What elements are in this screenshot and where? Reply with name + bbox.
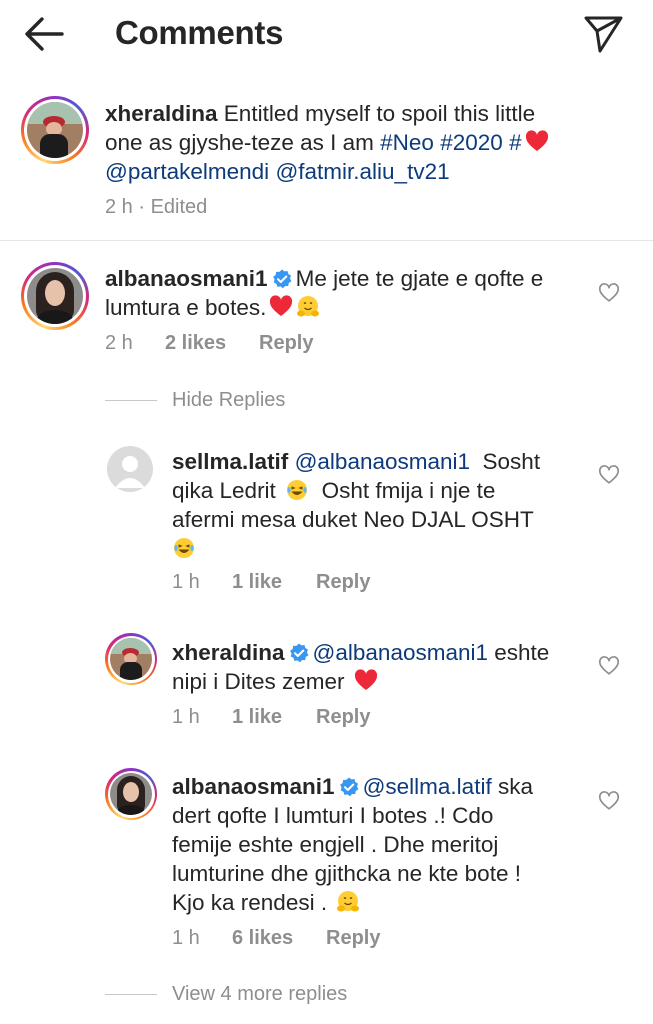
mention-link[interactable]: @fatmir.aliu_tv21 xyxy=(275,159,449,184)
reply-username[interactable]: xheraldina xyxy=(172,640,285,665)
hugging-face-emoji-icon xyxy=(337,891,360,912)
likes-count[interactable]: 6 likes xyxy=(232,927,293,950)
avatar xyxy=(110,638,152,680)
like-heart-icon[interactable] xyxy=(598,655,620,677)
hashtag-link[interactable]: #2020 xyxy=(440,130,503,155)
reply-avatar[interactable] xyxy=(105,768,157,820)
reply-button[interactable]: Reply xyxy=(316,706,370,729)
caption-username[interactable]: xheraldina xyxy=(105,101,218,126)
edited-label: Edited xyxy=(150,196,208,218)
mention-link[interactable]: @albanaosmani1 xyxy=(295,449,470,474)
caption-time: 2 h xyxy=(105,196,133,218)
comment-time: 2 h xyxy=(105,332,133,354)
caption-text: xheraldina Entitled myself to spoil this… xyxy=(105,99,635,186)
reply-text: sellma.latif @albanaosmani1 Sosht qika L… xyxy=(172,447,582,563)
reply-avatar[interactable] xyxy=(105,633,157,685)
mention-link[interactable]: @partakelmendi xyxy=(105,159,269,184)
laughing-face-emoji-icon xyxy=(287,480,308,500)
reply-avatar[interactable] xyxy=(107,446,153,492)
likes-count[interactable]: 1 like xyxy=(232,571,282,594)
reply-meta: 1 h 6 likes Reply xyxy=(172,927,380,950)
reply-meta: 1 h 1 like Reply xyxy=(172,706,370,729)
share-button[interactable] xyxy=(580,10,626,56)
likes-count[interactable]: 1 like xyxy=(232,706,282,729)
replies-divider xyxy=(105,994,157,995)
default-avatar-icon xyxy=(115,456,145,488)
hide-replies-button[interactable]: Hide Replies xyxy=(172,389,285,412)
divider xyxy=(0,240,653,241)
caption-avatar[interactable] xyxy=(21,96,89,164)
reply-button[interactable]: Reply xyxy=(316,571,370,594)
avatar xyxy=(27,102,83,158)
replies-divider xyxy=(105,400,157,401)
red-heart-emoji-icon xyxy=(354,669,377,690)
reply-meta: 1 h 1 like Reply xyxy=(172,571,370,594)
like-heart-icon[interactable] xyxy=(598,790,620,812)
reply-time: 1 h xyxy=(172,706,200,728)
avatar xyxy=(110,773,152,815)
reply-username[interactable]: albanaosmani1 xyxy=(172,774,335,799)
verified-badge-icon xyxy=(289,643,308,663)
like-heart-icon[interactable] xyxy=(598,282,620,304)
page-title: Comments xyxy=(115,14,284,51)
arrow-left-icon xyxy=(25,17,64,51)
verified-badge-icon xyxy=(339,777,358,797)
view-more-replies-button[interactable]: View 4 more replies xyxy=(172,983,347,1006)
top-bar: Comments xyxy=(0,0,653,70)
like-heart-icon[interactable] xyxy=(598,464,620,486)
reply-text: xheraldina @albanaosmani1 eshte nipi i Di… xyxy=(172,640,550,694)
caption-meta: 2 h · Edited xyxy=(105,196,208,218)
comment-avatar[interactable] xyxy=(21,262,89,330)
comment-username[interactable]: albanaosmani1 xyxy=(105,266,268,291)
hugging-face-emoji-icon xyxy=(297,296,320,317)
verified-badge-icon xyxy=(272,269,291,289)
reply-button[interactable]: Reply xyxy=(259,332,313,355)
avatar xyxy=(27,268,83,324)
red-heart-emoji-icon xyxy=(525,130,548,151)
reply-time: 1 h xyxy=(172,571,200,593)
likes-count[interactable]: 2 likes xyxy=(165,332,226,355)
reply-button[interactable]: Reply xyxy=(326,927,380,950)
red-heart-emoji-icon xyxy=(270,295,293,316)
hashtag-link[interactable]: #Neo xyxy=(380,130,434,155)
mention-link[interactable]: @sellma.latif xyxy=(363,774,492,799)
comment-text: albanaosmani1 Me jete te gjate e qofte e … xyxy=(105,266,544,320)
laughing-face-emoji-icon xyxy=(174,538,194,558)
back-button[interactable] xyxy=(22,14,66,54)
mention-link[interactable]: @albanaosmani1 xyxy=(313,640,488,665)
reply-time: 1 h xyxy=(172,927,200,949)
reply-text: albanaosmani1 @sellma.latif ska dert qoft… xyxy=(172,774,533,915)
hashtag-link[interactable]: # xyxy=(509,130,522,155)
comment-meta: 2 h 2 likes Reply xyxy=(105,332,313,355)
reply-username[interactable]: sellma.latif xyxy=(172,449,288,474)
send-direct-icon xyxy=(584,16,623,53)
